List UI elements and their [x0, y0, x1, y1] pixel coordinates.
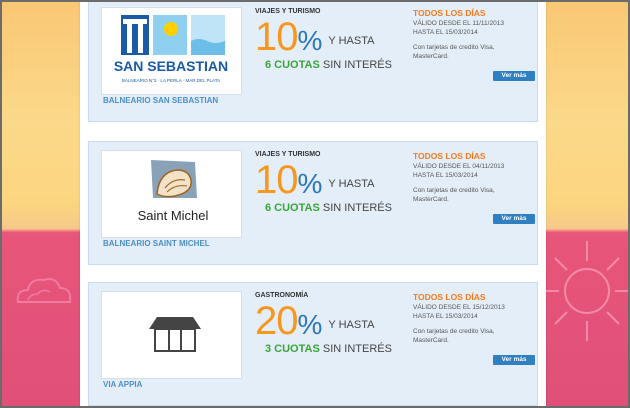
valid-to: HASTA EL 15/03/2014 [413, 172, 478, 179]
discount-number: 20 [255, 299, 298, 343]
credit-cards-text: Con tarjetas de credito Visa, MasterCard… [413, 44, 495, 60]
installments-suffix: SIN INTERÉS [322, 343, 392, 355]
category-label: GASTRONOMÍA [255, 292, 309, 299]
ver-mas-button[interactable]: Ver más [493, 71, 535, 81]
discount-percent-sign: % [297, 168, 323, 199]
installments-count: 6 CUOTAS [265, 202, 320, 214]
discount-value: 20% Y HASTA [255, 299, 374, 344]
installments-count: 3 CUOTAS [265, 343, 320, 355]
discount-percent-sign: % [297, 309, 323, 340]
up-to-label: Y HASTA [328, 178, 375, 190]
discount-value: 10% Y HASTA [255, 158, 374, 203]
installments-suffix: SIN INTERÉS [322, 202, 392, 214]
building-icon [149, 317, 201, 352]
merchant-logo [101, 291, 242, 379]
installments-label: 6 CUOTAS SIN INTERÉS [265, 59, 392, 71]
validity-dates: VÁLIDO DESDE EL 11/11/2013 HASTA EL 15/0… [413, 19, 533, 37]
validity-dates: VÁLIDO DESDE EL 15/12/2013 HASTA EL 15/0… [413, 303, 533, 321]
installments-label: 6 CUOTAS SIN INTERÉS [265, 202, 392, 214]
merchant-name-link[interactable]: BALNEARIO SAINT MICHEL [103, 239, 243, 249]
sun-decoration-icon [545, 241, 629, 341]
category-label: VIAJES Y TURISMO [255, 8, 321, 15]
validity-dates: VÁLIDO DESDE EL 04/11/2013 HASTA EL 15/0… [413, 162, 533, 180]
merchant-logo: Saint Michel [101, 150, 242, 238]
promotions-list: SAN SEBASTIAN BALNEARIO N°3 · LA PERLA ·… [80, 0, 546, 408]
promo-card: Saint Michel BALNEARIO SAINT MICHEL VIAJ… [88, 141, 538, 265]
credit-cards-text: Con tarjetas de credito Visa, MasterCard… [413, 187, 495, 203]
valid-to: HASTA EL 15/03/2014 [413, 29, 478, 36]
valid-from: VÁLIDO DESDE EL 11/11/2013 [413, 20, 504, 27]
installments-label: 3 CUOTAS SIN INTERÉS [265, 343, 392, 355]
valid-from: VÁLIDO DESDE EL 15/12/2013 [413, 304, 505, 311]
ver-mas-button[interactable]: Ver más [493, 355, 535, 365]
up-to-label: Y HASTA [328, 319, 375, 331]
up-to-label: Y HASTA [328, 35, 375, 47]
valid-to: HASTA EL 15/03/2014 [413, 313, 478, 320]
ver-mas-button[interactable]: Ver más [493, 214, 535, 224]
merchant-logo: SAN SEBASTIAN BALNEARIO N°3 · LA PERLA ·… [101, 7, 242, 95]
discount-number: 10 [255, 158, 298, 202]
svg-text:Saint Michel: Saint Michel [138, 208, 209, 223]
merchant-name-link[interactable]: VIA APPIA [103, 380, 243, 390]
saint-michel-logo-icon: Saint Michel [138, 160, 209, 223]
discount-number: 10 [255, 15, 298, 59]
days-label: TODOS LOS DÍAS [413, 292, 486, 302]
san-sebastian-logo-icon: SAN SEBASTIAN BALNEARIO N°3 · LA PERLA ·… [114, 15, 228, 83]
svg-text:BALNEARIO N°3 · LA PERLA · MAR: BALNEARIO N°3 · LA PERLA · MAR DEL PLATA [122, 78, 220, 83]
credit-cards-text: Con tarjetas de credito Visa, MasterCard… [413, 328, 495, 344]
days-label: TODOS LOS DÍAS [413, 151, 486, 161]
cloud-decoration-icon [16, 278, 72, 303]
promo-card: VIA APPIA GASTRONOMÍA 20% Y HASTA 3 CUOTA… [88, 282, 538, 406]
category-label: VIAJES Y TURISMO [255, 151, 321, 158]
svg-text:SAN SEBASTIAN: SAN SEBASTIAN [114, 58, 228, 74]
valid-from: VÁLIDO DESDE EL 04/11/2013 [413, 163, 505, 170]
merchant-name-link[interactable]: BALNEARIO SAN SEBASTIAN [103, 96, 243, 106]
discount-value: 10% Y HASTA [255, 15, 374, 60]
installments-suffix: SIN INTERÉS [322, 59, 392, 71]
days-label: TODOS LOS DÍAS [413, 8, 486, 18]
promo-card: SAN SEBASTIAN BALNEARIO N°3 · LA PERLA ·… [88, 0, 538, 122]
discount-percent-sign: % [297, 25, 323, 56]
installments-count: 6 CUOTAS [265, 59, 320, 71]
